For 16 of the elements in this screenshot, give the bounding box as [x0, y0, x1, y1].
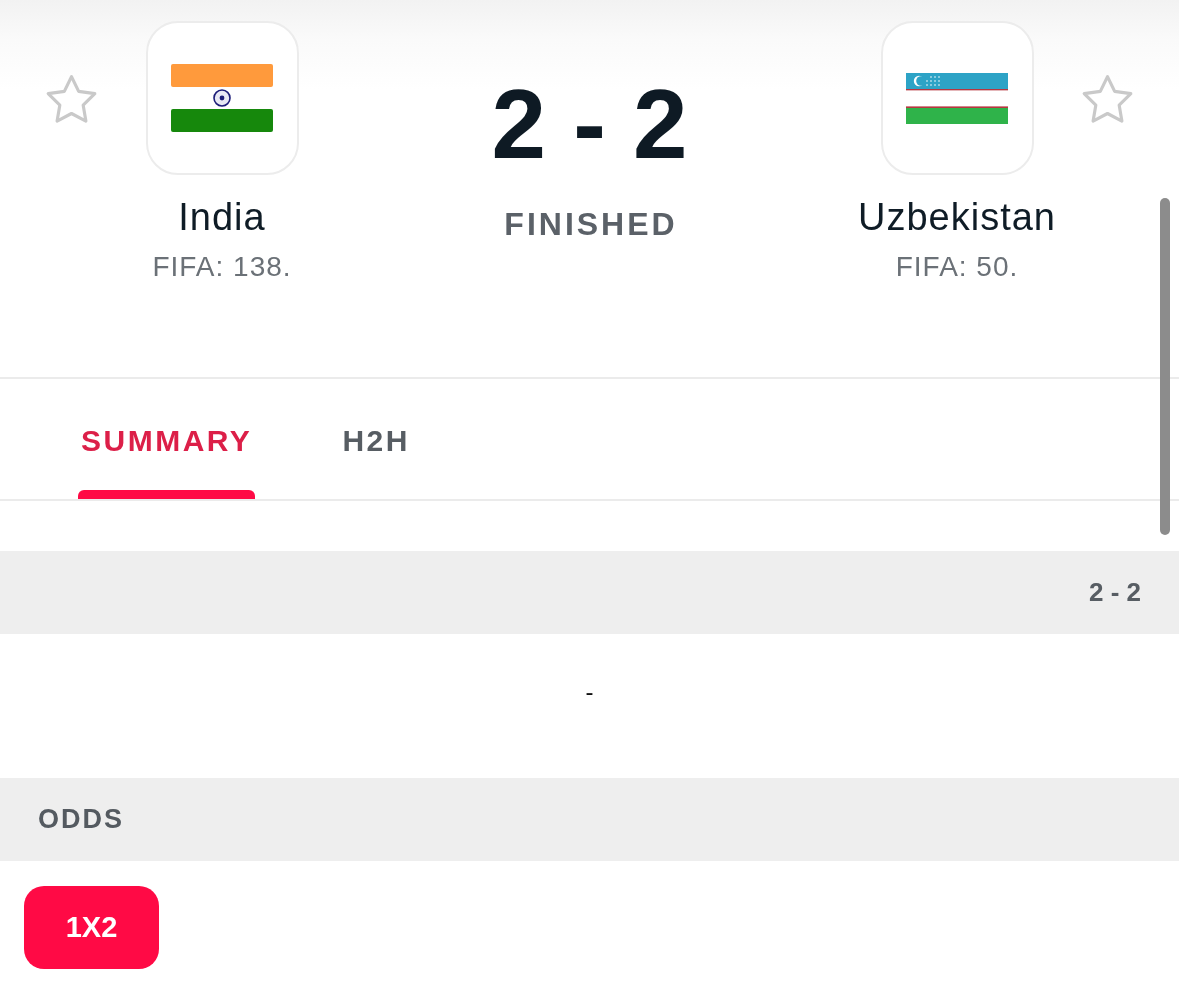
- match-status: FINISHED: [503, 208, 678, 240]
- star-icon[interactable]: [1081, 74, 1134, 124]
- india-flag-icon: [145, 21, 299, 175]
- star-icon[interactable]: [45, 74, 98, 124]
- team-name[interactable]: India: [178, 198, 266, 236]
- market-button[interactable]: 1X2: [24, 886, 159, 969]
- uzbekistan-flag-icon: [880, 21, 1034, 175]
- odds-title: ODDS: [38, 804, 124, 835]
- period-score: 2 - 2: [1088, 577, 1141, 608]
- fifa-ranking: FIFA: 50.: [895, 253, 1019, 281]
- fifa-ranking: FIFA: 138.: [152, 253, 292, 281]
- empty-incidents-dash: -: [585, 680, 594, 704]
- team-name[interactable]: Uzbekistan: [858, 198, 1056, 236]
- tab[interactable]: SUMMARY: [78, 379, 256, 499]
- match-score: 2 - 2: [491, 75, 688, 173]
- tab[interactable]: H2H: [339, 379, 413, 499]
